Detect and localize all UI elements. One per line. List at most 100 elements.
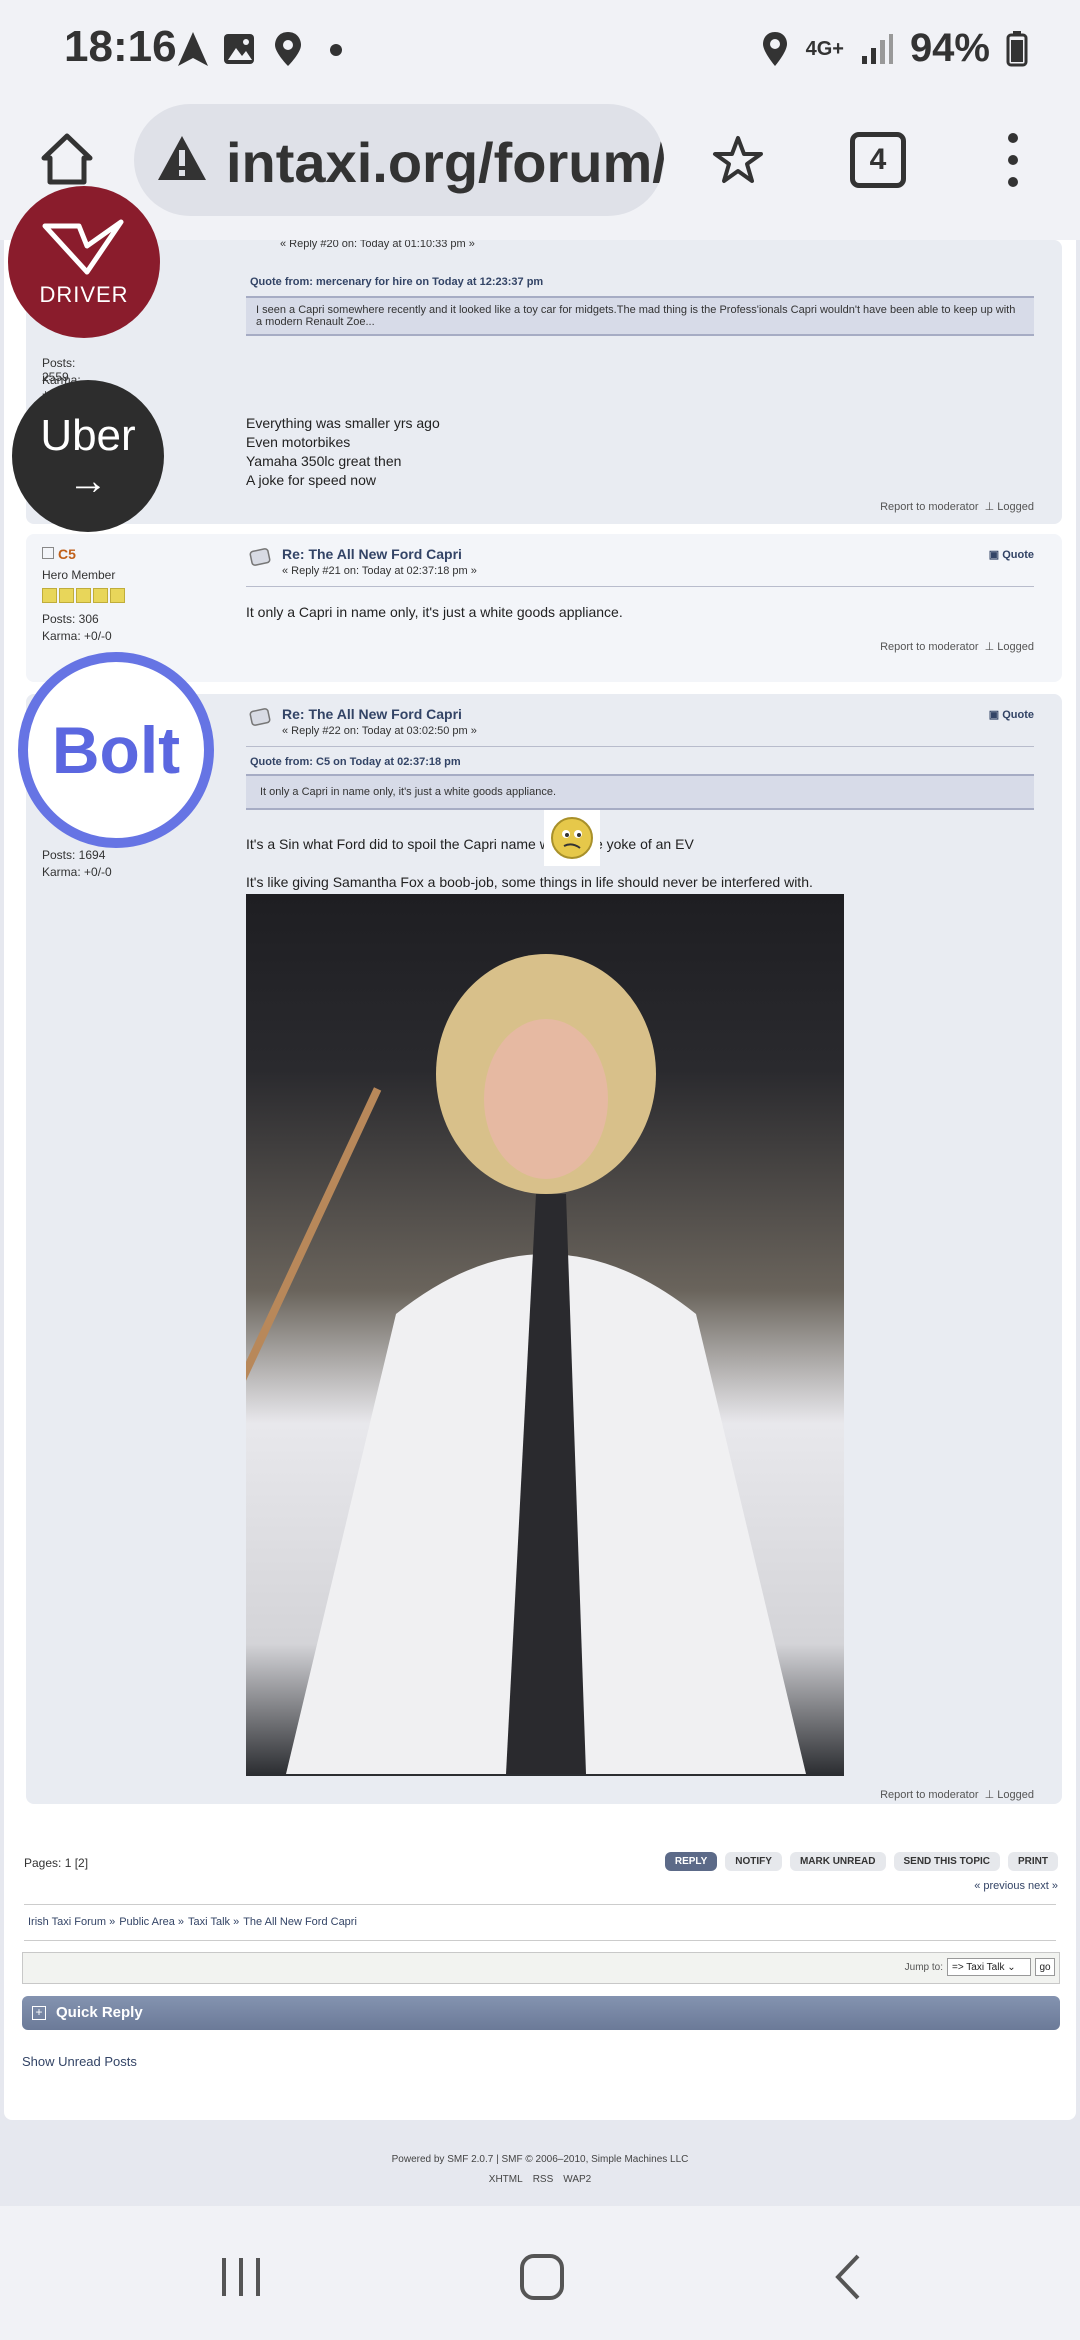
status-right: 4G+ 94% bbox=[760, 26, 1028, 71]
post-footer: Report to moderator ⊥ Logged bbox=[880, 640, 1034, 653]
xhtml-link[interactable]: XHTML bbox=[489, 2174, 523, 2185]
battery-icon bbox=[1006, 30, 1028, 66]
rss-link[interactable]: RSS bbox=[533, 2174, 554, 2185]
ip-icon: ⊥ bbox=[984, 1789, 995, 1801]
url-text: intaxi.org/forum/ir bbox=[226, 131, 664, 194]
back-icon[interactable] bbox=[830, 2252, 866, 2302]
quote-button[interactable]: ▣ Quote bbox=[989, 548, 1034, 561]
forum-page: « Reply #20 on: Today at 01:10:33 pm » Q… bbox=[0, 240, 1080, 2206]
post-line: Even motorbikes bbox=[246, 434, 351, 450]
post-text: It only a Capri in name only, it's just … bbox=[246, 604, 623, 620]
signal-icon bbox=[861, 33, 893, 64]
recent-apps-icon[interactable] bbox=[218, 2254, 264, 2300]
reply-button[interactable]: REPLY bbox=[664, 1852, 718, 1871]
quote-header: Quote from: C5 on Today at 02:37:18 pm bbox=[250, 756, 461, 768]
address-bar[interactable]: intaxi.org/forum/ir bbox=[134, 104, 664, 216]
more-menu-icon[interactable] bbox=[998, 130, 1028, 190]
forum-content: « Reply #20 on: Today at 01:10:33 pm » Q… bbox=[4, 240, 1076, 2120]
poster-info: C5 Hero Member Posts: 306 Karma: +0/-0 bbox=[42, 546, 127, 643]
bolt-app-bubble[interactable]: Bolt bbox=[18, 652, 214, 848]
reply-info: « Reply #22 on: Today at 03:02:50 pm » bbox=[282, 725, 477, 737]
footer-links: XHTML RSS WAP2 bbox=[0, 2174, 1080, 2185]
show-unread-link[interactable]: Show Unread Posts bbox=[22, 2054, 137, 2069]
bookmark-star-icon[interactable] bbox=[712, 134, 764, 186]
poster-info: Posts: 1694 Karma: +0/-0 bbox=[42, 848, 112, 879]
quick-reply-title: Quick Reply bbox=[56, 2004, 143, 2021]
forum-post: C5 Hero Member Posts: 306 Karma: +0/-0 R… bbox=[26, 534, 1062, 682]
gallery-icon bbox=[224, 34, 254, 64]
battery-percent: 94% bbox=[909, 26, 990, 70]
ip-icon: ⊥ bbox=[984, 501, 995, 513]
forum-post: Posts: 1694 Karma: +0/-0 Re: The All New… bbox=[26, 694, 1062, 1804]
report-link[interactable]: Report to moderator bbox=[880, 641, 978, 653]
go-button[interactable]: go bbox=[1035, 1958, 1055, 1976]
post-count: Posts: 306 bbox=[42, 612, 99, 626]
breadcrumb-item[interactable]: Irish Taxi Forum » bbox=[28, 1916, 115, 1928]
home-icon[interactable] bbox=[40, 132, 94, 186]
logged-label: Logged bbox=[997, 501, 1034, 513]
quote-box: It only a Capri in name only, it's just … bbox=[246, 774, 1034, 810]
post-line: A joke for speed now bbox=[246, 472, 376, 488]
notification-dot-icon bbox=[330, 44, 342, 56]
home-nav-icon[interactable] bbox=[518, 2252, 566, 2302]
driver-app-bubble[interactable]: DRIVER bbox=[8, 186, 160, 338]
notify-button[interactable]: NOTIFY bbox=[725, 1852, 782, 1871]
reply-info: « Reply #21 on: Today at 02:37:18 pm » bbox=[282, 565, 477, 577]
driver-logo-icon bbox=[42, 219, 124, 275]
status-bar: 18:16 4G+ 94% bbox=[0, 0, 1080, 100]
prev-next-links[interactable]: « previous next » bbox=[974, 1880, 1058, 1892]
username[interactable]: C5 bbox=[58, 546, 76, 562]
rank-stars bbox=[42, 588, 127, 606]
smiley bbox=[544, 810, 600, 866]
member-rank: Hero Member bbox=[42, 568, 116, 582]
expand-icon[interactable]: + bbox=[32, 2006, 46, 2020]
quote-text: I seen a Capri somewhere recently and it… bbox=[256, 304, 1016, 328]
maps-icon bbox=[275, 32, 301, 66]
location-icon bbox=[762, 31, 787, 66]
karma: Karma: +0/-0 bbox=[42, 865, 112, 879]
quote-button[interactable]: ▣ Quote bbox=[989, 708, 1034, 721]
breadcrumb: Irish Taxi Forum » Public Area » Taxi Ta… bbox=[28, 1916, 357, 1928]
post-footer: Report to moderator ⊥ Logged bbox=[880, 1788, 1034, 1801]
post-footer: Report to moderator ⊥ Logged bbox=[880, 500, 1034, 513]
driver-label: DRIVER bbox=[39, 282, 129, 307]
breadcrumb-item[interactable]: The All New Ford Capri bbox=[243, 1916, 357, 1928]
reply-info: « Reply #20 on: Today at 01:10:33 pm » bbox=[280, 240, 475, 250]
post-subject[interactable]: Re: The All New Ford Capri bbox=[282, 546, 462, 562]
forum-post: « Reply #20 on: Today at 01:10:33 pm » Q… bbox=[26, 240, 1062, 524]
jump-select[interactable]: => Taxi Talk ⌄ bbox=[947, 1958, 1031, 1976]
powered-by: Powered by SMF 2.0.7 | SMF © 2006–2010, … bbox=[391, 2154, 689, 2165]
uber-label: Uber bbox=[40, 411, 136, 460]
wap2-link[interactable]: WAP2 bbox=[563, 2174, 591, 2185]
breadcrumb-item[interactable]: Taxi Talk » bbox=[188, 1916, 239, 1928]
warning-icon bbox=[158, 136, 206, 180]
post-photo bbox=[238, 894, 844, 1776]
karma: Karma: +0/-0 bbox=[42, 629, 112, 643]
post-text: It's like giving Samantha Fox a boob-job… bbox=[246, 874, 813, 890]
pagination[interactable]: Pages: 1 [2] bbox=[24, 1856, 88, 1870]
ip-icon: ⊥ bbox=[984, 641, 995, 653]
post-count: Posts: 1694 bbox=[42, 848, 106, 862]
jump-label: Jump to: bbox=[904, 1962, 943, 1973]
print-button[interactable]: PRINT bbox=[1008, 1852, 1058, 1871]
post-text: It's a Sin what Ford did to spoil the Ca… bbox=[246, 836, 694, 852]
jump-bar: Jump to: => Taxi Talk ⌄ go bbox=[22, 1952, 1060, 1984]
post-line: Everything was smaller yrs ago bbox=[246, 415, 440, 431]
photo-figure bbox=[238, 954, 806, 1774]
bolt-label: Bolt bbox=[51, 713, 181, 787]
uber-app-bubble[interactable]: Uber → bbox=[12, 380, 164, 532]
report-link[interactable]: Report to moderator bbox=[880, 501, 978, 513]
mark-unread-button[interactable]: MARK UNREAD bbox=[789, 1852, 886, 1871]
breadcrumb-item[interactable]: Public Area » bbox=[119, 1916, 184, 1928]
quote-box: I seen a Capri somewhere recently and it… bbox=[246, 296, 1034, 336]
quick-reply-bar[interactable]: + Quick Reply bbox=[22, 1996, 1060, 2030]
navigation-icon bbox=[178, 32, 208, 66]
topic-icon bbox=[249, 548, 271, 566]
topic-actions: REPLY NOTIFY MARK UNREAD SEND THIS TOPIC… bbox=[664, 1852, 1058, 1871]
send-topic-button[interactable]: SEND THIS TOPIC bbox=[893, 1852, 1000, 1871]
arrow-right-icon: → bbox=[68, 459, 108, 503]
post-subject[interactable]: Re: The All New Ford Capri bbox=[282, 706, 462, 722]
tab-count-button[interactable]: 4 bbox=[850, 132, 906, 188]
report-link[interactable]: Report to moderator bbox=[880, 1789, 978, 1801]
system-nav-bar bbox=[0, 2206, 1080, 2340]
